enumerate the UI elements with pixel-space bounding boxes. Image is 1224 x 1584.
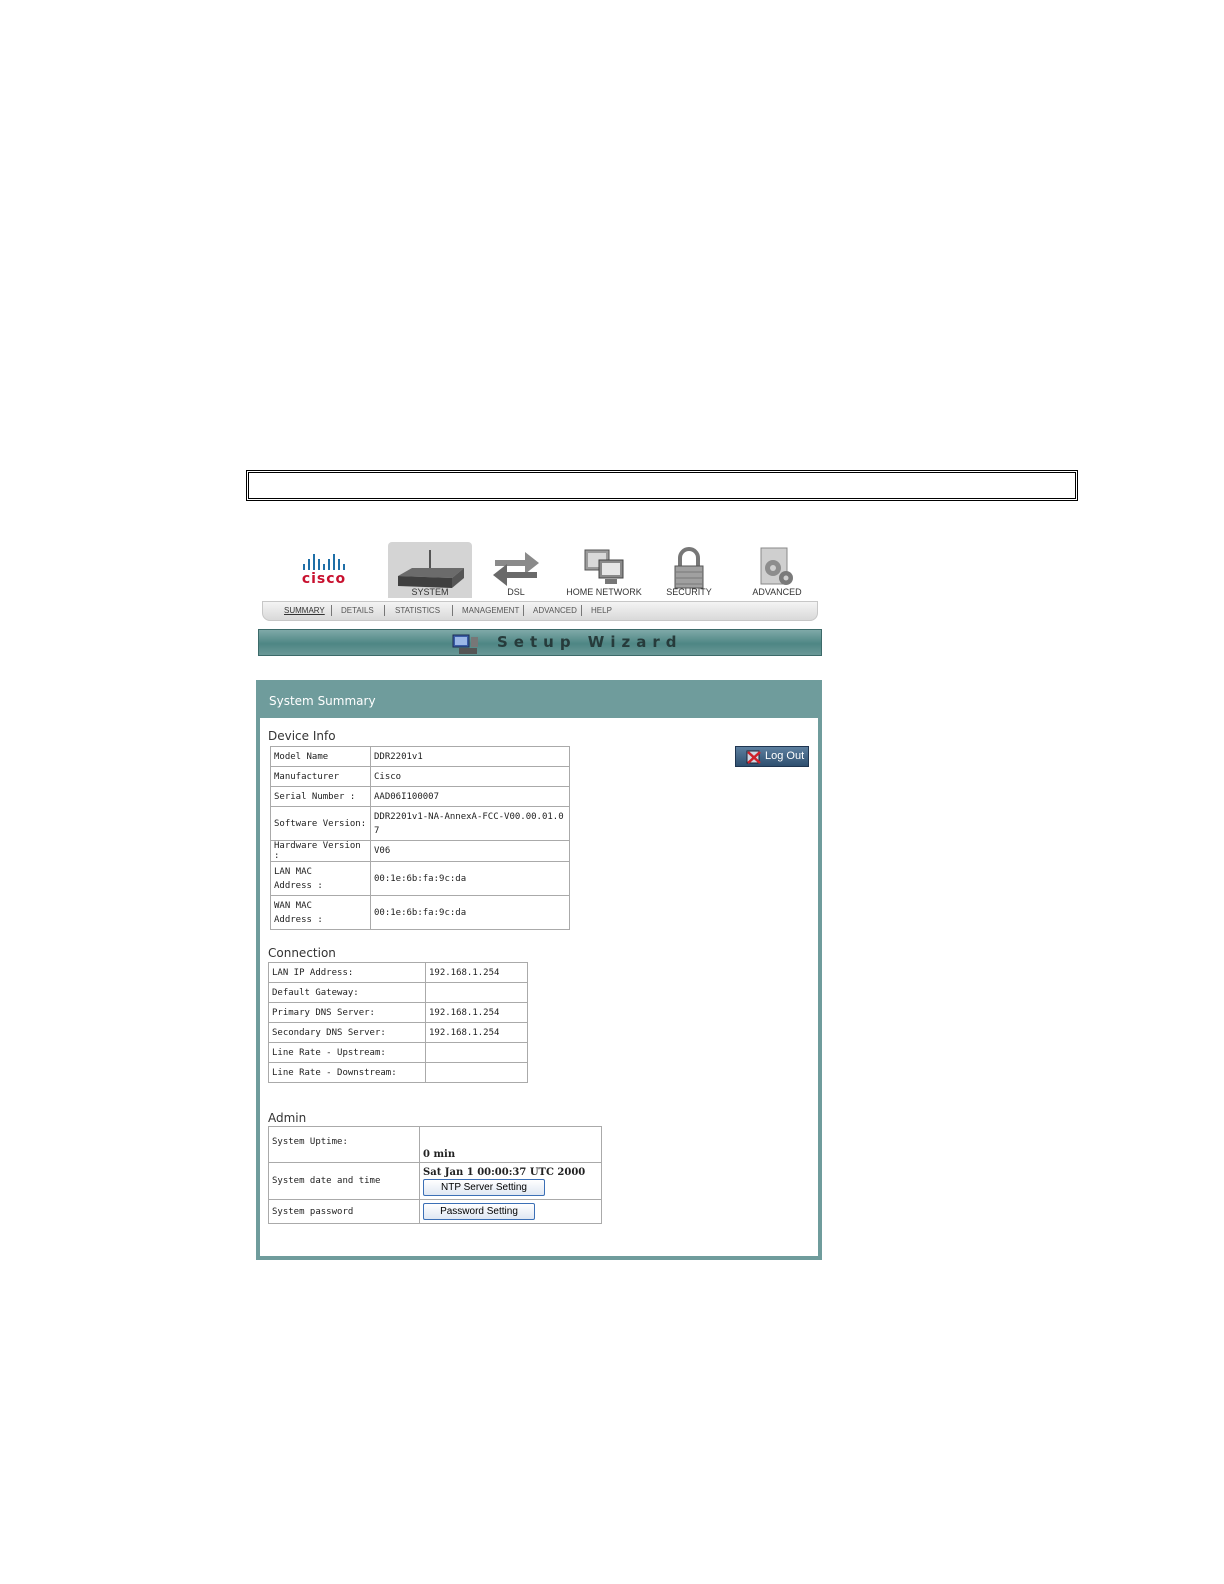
setup-wizard-label: Setup Wizard: [497, 633, 683, 651]
cisco-logo: cisco: [294, 552, 354, 592]
nav-tab-system[interactable]: SYSTEM: [388, 542, 472, 598]
table-row: Serial Number : AAD06I100007: [270, 786, 570, 807]
subtab-management[interactable]: MANAGEMENT: [462, 606, 519, 615]
padlock-icon: [674, 547, 704, 589]
nav-tab-advanced[interactable]: ADVANCED: [742, 542, 812, 598]
subtab-details[interactable]: DETAILS: [341, 606, 374, 615]
table-row: Line Rate - Downstream:: [268, 1062, 528, 1083]
computers-icon: [584, 549, 624, 584]
panel-title: System Summary: [269, 694, 376, 708]
nav-tab-home-network[interactable]: HOME NETWORK: [562, 542, 646, 598]
arrows-icon: [493, 552, 539, 586]
password-setting-button[interactable]: Password Setting: [423, 1203, 535, 1220]
gears-icon: [760, 547, 793, 585]
table-row: Default Gateway:: [268, 982, 528, 1003]
logout-icon: [746, 750, 761, 764]
table-row: Line Rate - Upstream:: [268, 1042, 528, 1063]
subtab-advanced[interactable]: ADVANCED: [533, 606, 577, 615]
table-row: Secondary DNS Server: 192.168.1.254: [268, 1022, 528, 1043]
nav-tab-dsl[interactable]: DSL: [484, 542, 548, 598]
wizard-computer-icon: [452, 634, 478, 654]
table-row: Hardware Version : V06: [270, 840, 570, 862]
system-summary-panel: System Summary Log Out Device Info Model…: [256, 680, 822, 1260]
subtab-statistics[interactable]: STATISTICS: [395, 606, 440, 615]
table-row: WAN MAC Address : 00:1e:6b:fa:9c:da: [270, 895, 570, 930]
device-info-title: Device Info: [268, 729, 336, 743]
ntp-server-setting-button[interactable]: NTP Server Setting: [423, 1178, 545, 1196]
connection-table: LAN IP Address: 192.168.1.254 Default Ga…: [268, 962, 528, 1083]
table-row: LAN MAC Address : 00:1e:6b:fa:9c:da: [270, 861, 570, 896]
top-navigation: cisco SYSTEM DSL HOME NETWORK SECURITY A…: [258, 538, 823, 608]
table-row: System date and time Sat Jan 1 00:00:37 …: [268, 1162, 602, 1200]
connection-title: Connection: [268, 946, 336, 960]
device-info-table: Model Name DDR2201v1 Manufacturer Cisco …: [270, 746, 570, 930]
datetime-value: Sat Jan 1 00:00:37 UTC 2000: [423, 1166, 586, 1178]
table-row: System Uptime: 0 min: [268, 1126, 602, 1163]
table-row: Primary DNS Server: 192.168.1.254: [268, 1002, 528, 1023]
admin-table: System Uptime: 0 min System date and tim…: [268, 1126, 602, 1224]
table-row: System password Password Setting: [268, 1199, 602, 1224]
table-row: LAN IP Address: 192.168.1.254: [268, 962, 528, 983]
caption-box: [246, 470, 1078, 501]
uptime-value: 0 min: [419, 1126, 602, 1163]
table-row: Manufacturer Cisco: [270, 766, 570, 787]
sub-navigation: SUMMARY DETAILS STATISTICS MANAGEMENT AD…: [262, 601, 818, 621]
table-row: Software Version: DDR2201v1-NA-AnnexA-FC…: [270, 806, 570, 841]
nav-tab-security[interactable]: SECURITY: [656, 542, 722, 598]
table-row: Model Name DDR2201v1: [270, 746, 570, 767]
subtab-help[interactable]: HELP: [591, 606, 612, 615]
subtab-summary[interactable]: SUMMARY: [284, 606, 325, 615]
setup-wizard-banner[interactable]: Setup Wizard: [258, 629, 822, 656]
log-out-button[interactable]: Log Out: [735, 746, 809, 767]
panel-header: System Summary: [260, 684, 818, 718]
admin-title: Admin: [268, 1111, 307, 1125]
